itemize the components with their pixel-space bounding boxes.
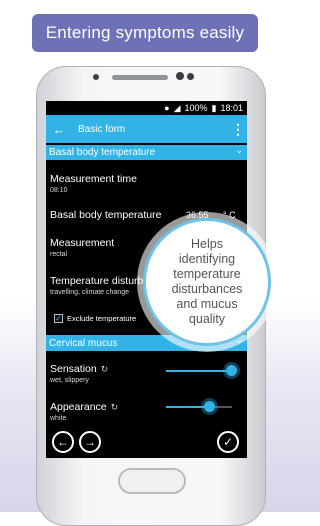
checkmark-circle-icon[interactable]: ✓ xyxy=(217,431,239,453)
sensation-row[interactable]: Sensation ↻ wet, slippery xyxy=(50,363,108,384)
appearance-slider-handle[interactable] xyxy=(204,401,215,412)
sensation-value: wet, slippery xyxy=(50,377,89,384)
wifi-icon: ● xyxy=(164,103,170,113)
page-title: Basic form xyxy=(78,123,126,135)
measurement-time-row[interactable]: Measurement time 08:10 xyxy=(50,173,137,194)
section-title: Cervical mucus xyxy=(49,337,118,349)
measurement-label: Measurement xyxy=(50,237,115,249)
arrow-left-icon[interactable]: ← xyxy=(46,122,72,137)
appearance-value: white xyxy=(50,415,67,422)
arrow-right-circle-icon[interactable]: → xyxy=(79,431,101,453)
signal-icon: ◢ xyxy=(173,102,181,113)
arrow-left-circle-icon[interactable]: ← xyxy=(52,431,74,453)
callout-text: Helps identifying temperature disturbanc… xyxy=(171,237,243,326)
measurement-time-value: 08:10 xyxy=(50,187,68,194)
sensation-label-wrap: Sensation ↻ xyxy=(50,363,108,375)
section-bbt-header[interactable]: Basal body temperature ⌄ xyxy=(46,145,247,160)
promo-banner: Entering symptoms easily xyxy=(32,14,258,52)
exclude-temperature-checkbox[interactable]: ✓ xyxy=(54,314,63,323)
temperature-unit: ° C xyxy=(223,210,236,220)
measurement-row[interactable]: Measurement rectal xyxy=(50,237,114,258)
sensation-slider-fill xyxy=(166,370,232,372)
temperature-row[interactable]: Basal body temperature xyxy=(50,209,161,221)
refresh-icon[interactable]: ↻ xyxy=(101,364,109,374)
camera-icon xyxy=(176,72,184,80)
measurement-time-label: Measurement time xyxy=(50,173,137,185)
temperature-label: Basal body temperature xyxy=(50,209,162,221)
sensation-slider-handle[interactable] xyxy=(226,365,237,376)
section-title: Basal body temperature xyxy=(49,147,156,158)
measurement-value: rectal xyxy=(50,251,68,258)
home-button[interactable] xyxy=(118,468,186,494)
overflow-menu-icon[interactable]: ⋮ xyxy=(229,121,247,138)
clock: 18:01 xyxy=(220,103,243,113)
exclude-temperature-label: Exclude temperature xyxy=(67,314,137,323)
chevron-down-icon[interactable]: ⌄ xyxy=(235,145,243,156)
camera-icon xyxy=(93,74,99,80)
appearance-label: Appearance xyxy=(50,401,107,413)
status-bar: ● ◢ 100% ▮ 18:01 xyxy=(46,101,247,115)
callout-bubble: Helps identifying temperature disturbanc… xyxy=(143,218,271,346)
app-bar: ← Basic form ⋮ xyxy=(46,115,247,143)
appearance-row[interactable]: Appearance ↻ white xyxy=(50,401,118,422)
sensor-icon xyxy=(187,73,194,80)
battery-icon: ▮ xyxy=(211,102,217,113)
phone-speaker xyxy=(112,75,168,80)
sensation-label: Sensation xyxy=(50,363,97,375)
appearance-label-wrap: Appearance ↻ xyxy=(50,401,118,413)
battery-level: 100% xyxy=(184,103,208,113)
refresh-icon[interactable]: ↻ xyxy=(111,402,119,412)
banner-text: Entering symptoms easily xyxy=(45,23,245,42)
